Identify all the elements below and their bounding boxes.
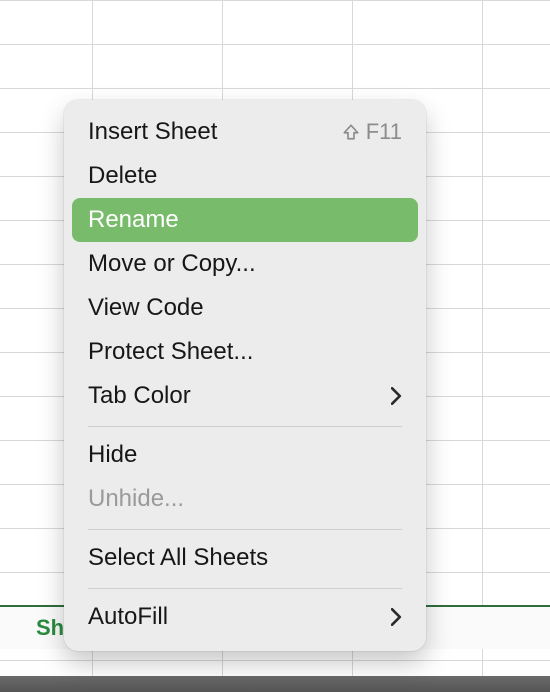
menu-item-move-or-copy[interactable]: Move or Copy...	[72, 242, 418, 286]
menu-item-tab-color[interactable]: Tab Color	[72, 374, 418, 418]
sheet-context-menu: Insert Sheet F11 Delete Rename Move or C…	[64, 100, 426, 651]
menu-item-view-code[interactable]: View Code	[72, 286, 418, 330]
menu-item-protect-sheet[interactable]: Protect Sheet...	[72, 330, 418, 374]
menu-item-label: Unhide...	[88, 485, 402, 513]
chevron-right-icon	[391, 608, 402, 626]
sheet-tab-active[interactable]: Sh	[36, 615, 64, 641]
menu-item-autofill[interactable]: AutoFill	[72, 595, 418, 639]
menu-item-label: AutoFill	[88, 603, 391, 631]
menu-item-shortcut: F11	[342, 119, 402, 145]
shift-key-icon	[342, 123, 360, 141]
viewport: Sh Insert Sheet F11 Delete Rename Move o…	[0, 0, 550, 692]
menu-item-label: Insert Sheet	[88, 118, 342, 146]
menu-item-delete[interactable]: Delete	[72, 154, 418, 198]
menu-item-label: Hide	[88, 441, 402, 469]
menu-item-unhide: Unhide...	[72, 477, 418, 521]
menu-item-label: Protect Sheet...	[88, 338, 402, 366]
menu-item-rename[interactable]: Rename	[72, 198, 418, 242]
menu-item-label: View Code	[88, 294, 402, 322]
menu-separator	[88, 588, 402, 589]
menu-item-select-all-sheets[interactable]: Select All Sheets	[72, 536, 418, 580]
menu-item-label: Delete	[88, 162, 402, 190]
menu-separator	[88, 426, 402, 427]
menu-item-label: Rename	[88, 206, 402, 234]
menu-separator	[88, 529, 402, 530]
menu-item-label: Move or Copy...	[88, 250, 402, 278]
menu-item-insert-sheet[interactable]: Insert Sheet F11	[72, 110, 418, 154]
menu-item-hide[interactable]: Hide	[72, 433, 418, 477]
menu-item-label: Tab Color	[88, 382, 391, 410]
window-bottom-strip	[0, 676, 550, 692]
menu-item-label: Select All Sheets	[88, 544, 402, 572]
chevron-right-icon	[391, 387, 402, 405]
